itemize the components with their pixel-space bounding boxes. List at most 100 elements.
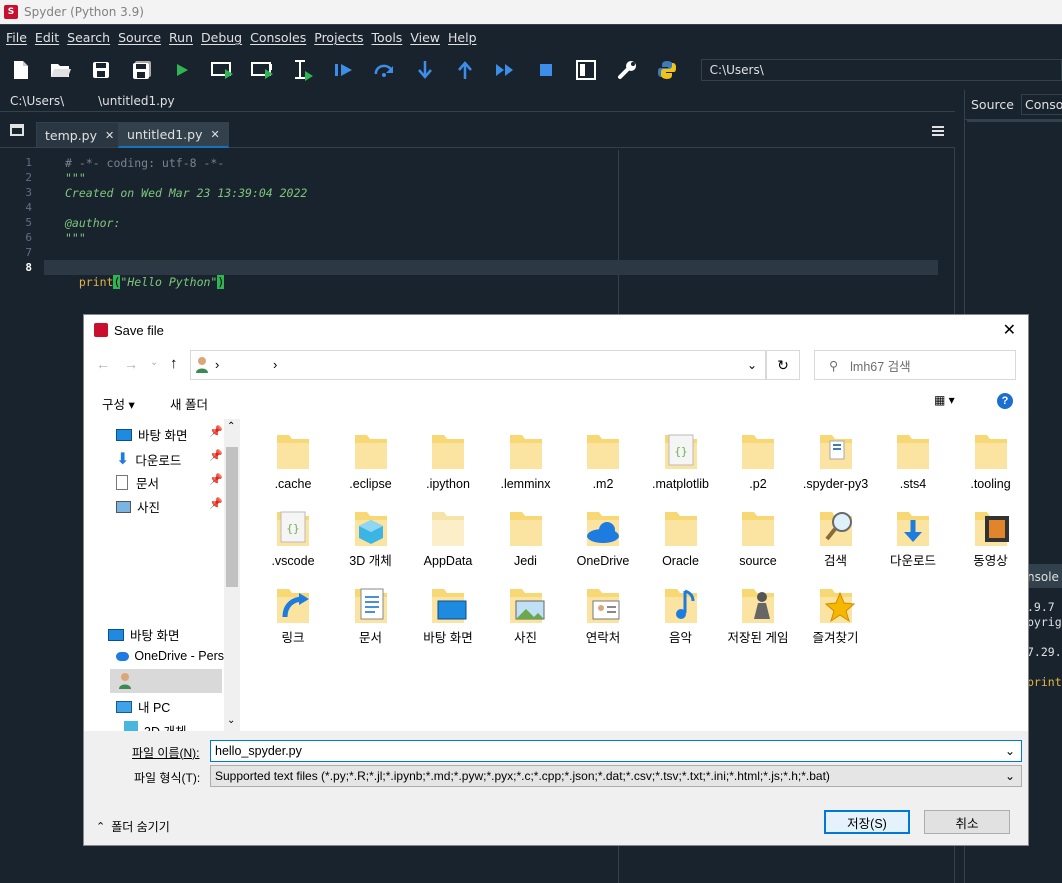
- browse-tabs-icon[interactable]: [10, 124, 24, 136]
- save-all-icon[interactable]: [129, 57, 154, 83]
- chevron-down-icon[interactable]: ⌄: [747, 358, 757, 372]
- debug-icon[interactable]: [331, 57, 356, 83]
- menu-source[interactable]: Source: [114, 30, 165, 45]
- options-menu-icon[interactable]: [932, 126, 944, 136]
- folder-item[interactable]: 저장된 게임: [722, 583, 794, 646]
- preferences-wrench-icon[interactable]: [614, 57, 639, 83]
- open-file-icon[interactable]: [48, 57, 73, 83]
- run-selection-icon[interactable]: [291, 57, 316, 83]
- folder-item[interactable]: 동영상: [955, 506, 1027, 569]
- step-over-icon[interactable]: [372, 57, 397, 83]
- tab-console[interactable]: Conso: [1021, 94, 1062, 115]
- menu-tools[interactable]: Tools: [368, 30, 407, 45]
- pin-icon[interactable]: 📌: [209, 473, 223, 486]
- back-arrow-icon[interactable]: ←: [96, 356, 110, 372]
- folder-item[interactable]: 다운로드: [877, 506, 949, 569]
- menu-help[interactable]: Help: [444, 30, 481, 45]
- tree-user-folder[interactable]: [110, 669, 222, 693]
- recent-dropdown-icon[interactable]: ⌄: [150, 357, 158, 368]
- folder-item[interactable]: 문서: [335, 583, 407, 646]
- menu-consoles[interactable]: Consoles: [246, 30, 310, 45]
- folder-item[interactable]: 검색: [800, 506, 872, 569]
- folder-item[interactable]: 3D 개체: [335, 506, 407, 569]
- folder-item[interactable]: source: [722, 506, 794, 569]
- folder-item[interactable]: .tooling: [955, 429, 1027, 492]
- tree-onedrive[interactable]: OneDrive - Pers: [116, 649, 224, 663]
- new-folder-button[interactable]: 새 폴더: [170, 394, 208, 413]
- folder-item[interactable]: .cache: [257, 429, 329, 492]
- tree-3d-objects[interactable]: 3D 개체: [124, 721, 186, 731]
- menu-file[interactable]: File: [2, 30, 31, 45]
- menu-run[interactable]: Run: [165, 30, 197, 45]
- folder-item[interactable]: 연락처: [567, 583, 639, 646]
- folder-item[interactable]: .m2: [567, 429, 639, 492]
- menu-projects[interactable]: Projects: [310, 30, 367, 45]
- tree-this-pc[interactable]: 내 PC: [116, 697, 170, 716]
- forward-arrow-icon[interactable]: →: [124, 356, 138, 372]
- new-file-icon[interactable]: [8, 57, 33, 83]
- close-icon[interactable]: ✕: [210, 128, 219, 141]
- run-cell-icon[interactable]: [210, 57, 235, 83]
- save-button[interactable]: 저장(S): [824, 810, 910, 834]
- menu-edit[interactable]: Edit: [31, 30, 63, 45]
- stop-icon[interactable]: [533, 57, 558, 83]
- up-arrow-icon[interactable]: ↑: [170, 355, 178, 372]
- chevron-down-icon[interactable]: ⌄: [1005, 744, 1015, 758]
- menu-debug[interactable]: Debug: [197, 30, 246, 45]
- folder-item[interactable]: .sts4: [877, 429, 949, 492]
- maximize-pane-icon[interactable]: [573, 57, 598, 83]
- folder-item[interactable]: 바탕 화면: [412, 583, 484, 646]
- folder-item[interactable]: AppData: [412, 506, 484, 569]
- folder-item[interactable]: Oracle: [645, 506, 717, 569]
- quick-access-pictures[interactable]: 사진: [116, 497, 160, 516]
- folder-item[interactable]: OneDrive: [567, 506, 639, 569]
- filetype-select[interactable]: Supported text files (*.py;*.R;*.jl;*.ip…: [210, 765, 1022, 787]
- working-directory-input[interactable]: C:\Users\: [700, 59, 1062, 81]
- folder-item[interactable]: 링크: [257, 583, 329, 646]
- help-icon[interactable]: ?: [997, 393, 1013, 409]
- tree-desktop[interactable]: 바탕 화면: [108, 625, 179, 644]
- run-icon[interactable]: [170, 57, 195, 83]
- console-tab-label[interactable]: nsole: [1027, 570, 1059, 584]
- pin-icon[interactable]: 📌: [209, 497, 223, 510]
- sidebar-scrollbar[interactable]: ⌃ ⌄: [224, 419, 240, 731]
- folder-item[interactable]: 즐겨찾기: [800, 583, 872, 646]
- folder-item[interactable]: 음악: [645, 583, 717, 646]
- filename-input[interactable]: hello_spyder.py ⌄: [210, 740, 1022, 762]
- run-cell-advance-icon[interactable]: [250, 57, 275, 83]
- quick-access-desktop[interactable]: 바탕 화면: [116, 425, 187, 444]
- search-input[interactable]: ⚲ lmh67 검색: [814, 350, 1016, 380]
- pin-icon[interactable]: 📌: [209, 449, 223, 462]
- pin-icon[interactable]: 📌: [209, 425, 223, 438]
- hide-folders-toggle[interactable]: ⌃ 폴더 숨기기: [96, 818, 170, 835]
- folder-item[interactable]: .spyder-py3: [800, 429, 872, 492]
- folder-item[interactable]: .eclipse: [335, 429, 407, 492]
- folder-item[interactable]: .lemminx: [490, 429, 562, 492]
- continue-icon[interactable]: [493, 57, 518, 83]
- organize-button[interactable]: 구성 ▾: [102, 394, 135, 413]
- close-icon[interactable]: ✕: [1003, 320, 1016, 340]
- menu-search[interactable]: Search: [63, 30, 114, 45]
- tab-untitled1-py[interactable]: untitled1.py ✕: [118, 122, 229, 148]
- folder-item[interactable]: .p2: [722, 429, 794, 492]
- scrollbar-thumb[interactable]: [226, 447, 238, 587]
- address-bar[interactable]: › › ⌄: [190, 350, 766, 380]
- quick-access-downloads[interactable]: ⬇ 다운로드: [116, 449, 181, 469]
- chevron-down-icon[interactable]: ⌄: [1004, 769, 1015, 783]
- refresh-icon[interactable]: ↻: [766, 350, 800, 380]
- step-into-icon[interactable]: [412, 57, 437, 83]
- folder-item[interactable]: {} .vscode: [257, 506, 329, 569]
- folder-item[interactable]: .ipython: [412, 429, 484, 492]
- tab-temp-py[interactable]: temp.py ✕: [36, 122, 124, 148]
- folder-item[interactable]: Jedi: [490, 506, 562, 569]
- tab-source[interactable]: Source: [971, 97, 1014, 112]
- scroll-down-icon[interactable]: ⌄: [227, 715, 235, 726]
- folder-item[interactable]: {} .matplotlib: [645, 429, 717, 492]
- scroll-up-icon[interactable]: ⌃: [227, 421, 235, 432]
- python-path-icon[interactable]: [654, 57, 679, 83]
- quick-access-documents[interactable]: 문서: [116, 473, 159, 492]
- cancel-button[interactable]: 취소: [924, 810, 1010, 834]
- menu-view[interactable]: View: [406, 30, 444, 45]
- folder-item[interactable]: 사진: [490, 583, 562, 646]
- save-icon[interactable]: [89, 57, 114, 83]
